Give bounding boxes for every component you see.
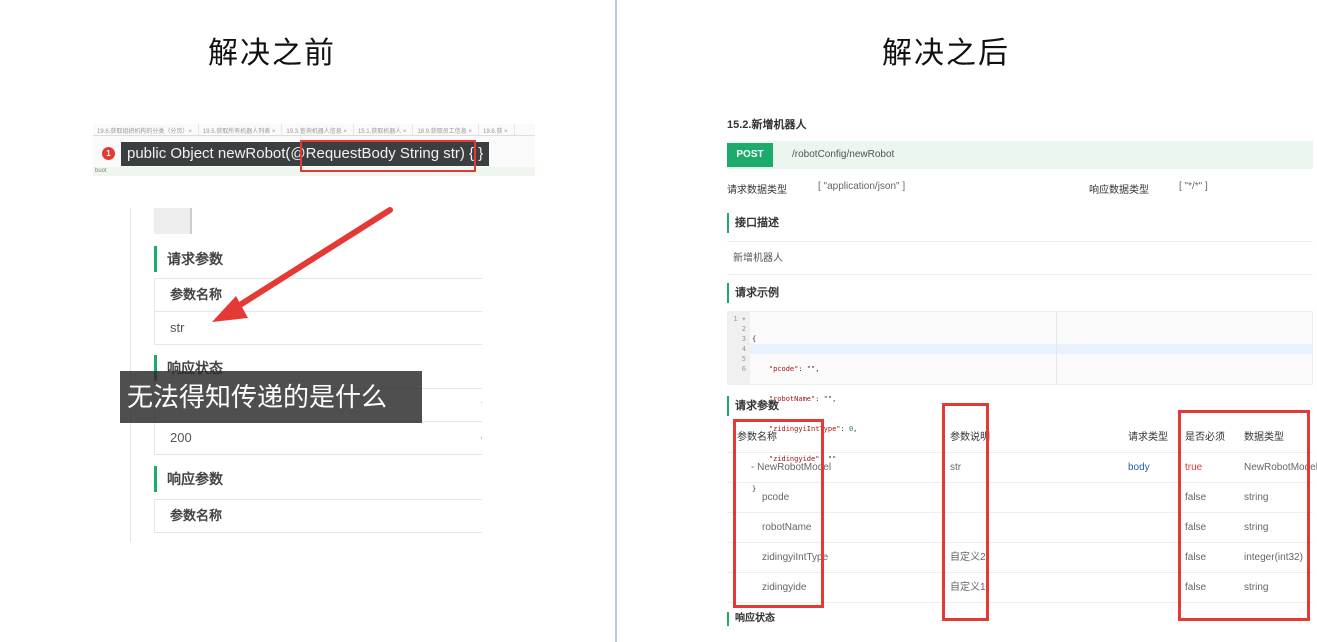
problem-caption: 无法得知传递的是什么 <box>120 371 422 423</box>
response-status-section-cut: 响应状态 <box>727 612 775 626</box>
line-number: 3 <box>741 335 746 343</box>
response-type-label: 响应数据类型 <box>1089 185 1149 196</box>
api-path: /robotConfig/newRobot <box>792 149 895 160</box>
request-example-editor[interactable]: 1 ▾ 2 3 4 5 6 { "pcode": "", "robotName"… <box>727 311 1313 493</box>
method-bar: POST /robotConfig/newRobot <box>727 141 1313 169</box>
highlight-box-required-type <box>1178 410 1310 621</box>
line-number: 1 ▾ <box>733 315 746 323</box>
request-type-label: 请求数据类型 <box>727 185 787 196</box>
desc-section-title: 接口描述 <box>727 213 779 233</box>
code-line: { <box>752 335 757 343</box>
line-number: 6 <box>741 365 746 373</box>
api-title: 15.2.新增机器人 <box>727 119 807 131</box>
highlight-box-param-names <box>733 419 824 608</box>
code-line: "pcode": "", <box>768 365 820 373</box>
desc-text: 新增机器人 <box>727 241 1313 275</box>
params-section-title: 请求参数 <box>727 396 779 416</box>
line-number: 2 <box>741 325 746 333</box>
post-method-badge: POST <box>727 143 773 167</box>
request-type-value: [ "application/json" ] <box>818 181 906 192</box>
highlight-box-param-desc <box>942 403 989 621</box>
line-number: 5 <box>741 355 746 363</box>
example-section-title: 请求示例 <box>727 283 779 303</box>
col-request-type: 请求类型 <box>1128 432 1168 443</box>
response-type-value: [ "*/*" ] <box>1179 181 1208 192</box>
arrow-shaft <box>229 207 393 313</box>
line-number: 4 <box>741 345 746 353</box>
editor-print-margin <box>1056 312 1057 384</box>
param-request-type: body <box>1128 462 1150 473</box>
line-number-gutter: 1 ▾ 2 3 4 5 6 <box>728 312 750 384</box>
